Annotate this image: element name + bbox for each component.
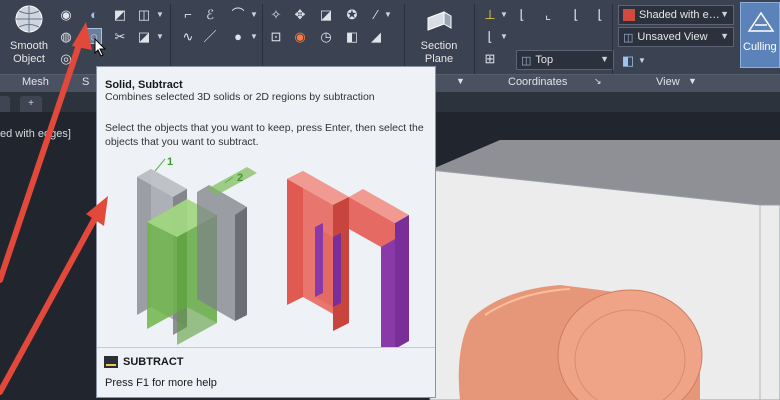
command-line-icon	[104, 356, 118, 368]
solid-subtract-tooltip: Solid, Subtract Combines selected 3D sol…	[96, 66, 436, 398]
cursor-icon	[94, 38, 107, 57]
tooltip-instructions: Select the objects that you want to keep…	[105, 122, 424, 148]
tooltip-title: Solid, Subtract	[105, 79, 183, 91]
result-solid	[287, 171, 409, 347]
object-1-label: 1	[167, 157, 173, 168]
subtract-illustration: 1 2	[137, 157, 409, 347]
tooltip-footer: SUBTRACT Press F1 for more help	[97, 347, 435, 397]
tooltip-description: Combines selected 3D solids or 2D region…	[105, 91, 375, 103]
tooltip-command: SUBTRACT	[123, 356, 184, 368]
object-2-label: 2	[237, 172, 243, 184]
tooltip-help: Press F1 for more help	[105, 377, 217, 389]
